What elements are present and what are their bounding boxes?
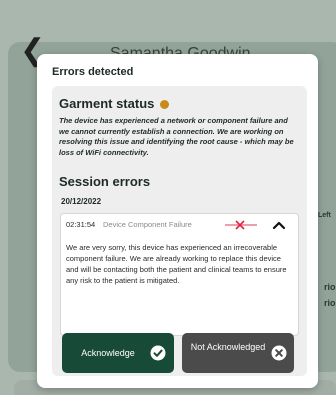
error-type: Device Component Failure [103,220,192,229]
error-description: We are very sorry, this device has exper… [66,243,287,285]
error-time: 02:31:54 [66,220,96,229]
errors-modal: Errors detected Garment status The devic… [37,54,318,388]
acknowledge-button-label: Acknowledge [81,348,135,358]
session-date: 20/12/2022 [61,197,102,206]
garment-status-heading: Garment status [59,96,170,111]
error-row-header[interactable]: 02:31:54 Device Component Failure [61,214,298,236]
garment-status-label: Garment status [59,96,155,111]
modal-title: Errors detected [52,66,134,78]
garment-status-description: The device has experienced a network or … [59,116,294,157]
chevron-up-icon[interactable] [272,220,286,230]
modal-body: Garment status The device has experience… [52,86,307,376]
status-dot-icon [160,100,170,110]
acknowledge-button[interactable]: Acknowledge [62,333,174,373]
error-card: 02:31:54 Device Component Failure We are… [60,213,299,336]
close-circle-icon [271,345,287,361]
session-errors-heading: Session errors [59,174,151,189]
not-acknowledged-button-label: Not Acknowledged [190,342,266,352]
check-circle-icon [150,345,166,361]
error-marker-icon [225,220,257,230]
not-acknowledged-button[interactable]: Not Acknowledged [182,333,294,373]
